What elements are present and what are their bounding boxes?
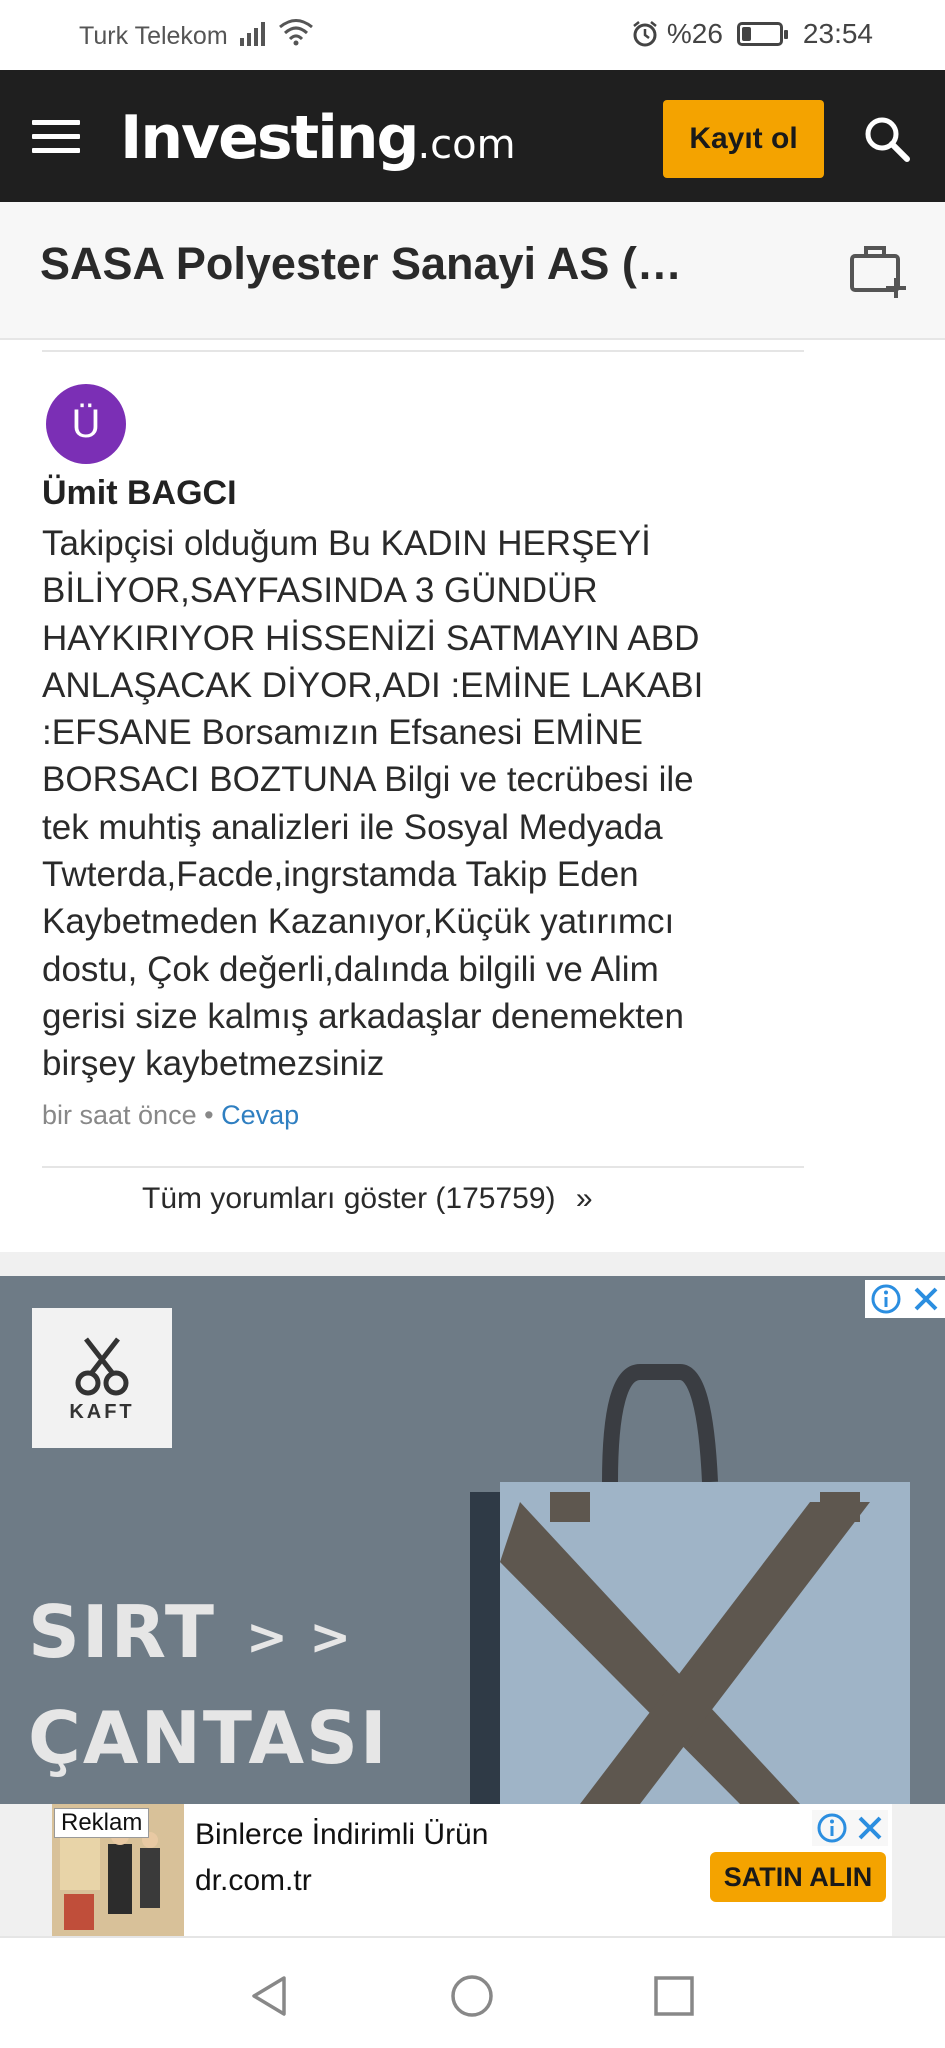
brand-label: KAFT <box>69 1400 135 1423</box>
ad-badge: Reklam <box>54 1808 150 1838</box>
battery-percent: %26 <box>666 18 723 49</box>
clock: 23:54 <box>802 18 873 49</box>
avatar[interactable]: Ü <box>46 384 126 464</box>
recent-apps-icon[interactable] <box>652 1974 696 2018</box>
divider <box>42 350 804 352</box>
signal-icon <box>240 22 265 46</box>
backpack-image <box>470 1364 910 1804</box>
register-button[interactable]: Kayıt ol <box>663 100 824 178</box>
carrier-name: Turk Telekom <box>79 22 228 50</box>
banner-ad[interactable]: Reklam Binlerce İndirimli Ürün dr.com.tr… <box>0 1804 945 1936</box>
comment-author[interactable]: Ümit BAGCI <box>42 474 237 513</box>
ad-headline-1: SIRT > > <box>28 1590 354 1674</box>
buy-now-button[interactable]: SATIN ALIN <box>710 1852 886 1902</box>
banner-url[interactable]: dr.com.tr <box>195 1864 312 1898</box>
home-icon[interactable] <box>450 1974 494 2018</box>
close-icon[interactable] <box>857 1815 883 1841</box>
battery-fill <box>741 27 751 41</box>
comment-time: bir saat önce <box>42 1100 197 1130</box>
advertisement[interactable]: KAFT SIRT > > ÇANTASI <box>0 1252 945 1804</box>
instrument-title-bar: SASA Polyester Sanayi AS (SASA) <box>0 202 945 340</box>
divider <box>42 1166 804 1168</box>
alarm-icon <box>633 21 657 47</box>
ad-headline-2: ÇANTASI <box>28 1696 389 1780</box>
close-icon[interactable] <box>913 1286 939 1312</box>
comment-meta: bir saat önce • Cevap <box>42 1100 299 1131</box>
banner-ad-content[interactable]: Reklam Binlerce İndirimli Ürün dr.com.tr… <box>52 1804 892 1936</box>
info-icon[interactable] <box>871 1284 901 1314</box>
meta-separator: • <box>204 1100 214 1130</box>
ad-choices[interactable] <box>865 1280 945 1318</box>
banner-thumbnail: Reklam <box>52 1804 184 1936</box>
system-nav-bar <box>0 1936 945 2048</box>
info-icon[interactable] <box>817 1813 847 1843</box>
comment-section: Ü Ümit BAGCI Takipçisi olduğum Bu KADIN … <box>0 340 945 1252</box>
banner-ad-choices[interactable] <box>812 1810 888 1846</box>
status-bar: Turk Telekom %26 23:54 <box>0 0 945 70</box>
battery-icon <box>736 22 788 46</box>
page-title: SASA Polyester Sanayi AS (SASA) <box>40 238 700 289</box>
status-right: %26 23:54 <box>631 18 873 50</box>
double-chevron-icon: » <box>575 1182 593 1215</box>
show-all-label: Tüm yorumları göster (175759) <box>142 1182 556 1215</box>
top-navbar: Investing.com Kayıt ol <box>0 70 945 202</box>
ad-arrows: > > <box>245 1608 354 1667</box>
add-to-portfolio-icon[interactable] <box>848 240 910 300</box>
show-all-comments-link[interactable]: Tüm yorumları göster (175759) » <box>142 1182 593 1216</box>
back-icon[interactable] <box>248 1974 292 2018</box>
search-icon[interactable] <box>862 114 912 164</box>
scissors-icon <box>75 1336 129 1395</box>
ad-separator <box>0 1252 945 1276</box>
banner-title[interactable]: Binlerce İndirimli Ürün <box>195 1818 488 1852</box>
kaft-logo: KAFT <box>32 1308 172 1448</box>
menu-icon[interactable] <box>32 120 80 154</box>
wifi-icon <box>279 19 313 46</box>
investing-logo[interactable]: Investing.com <box>120 100 516 183</box>
comment-body: Takipçisi olduğum Bu KADIN HERŞEYİ BİLİY… <box>42 524 704 1084</box>
reply-link[interactable]: Cevap <box>221 1100 299 1130</box>
